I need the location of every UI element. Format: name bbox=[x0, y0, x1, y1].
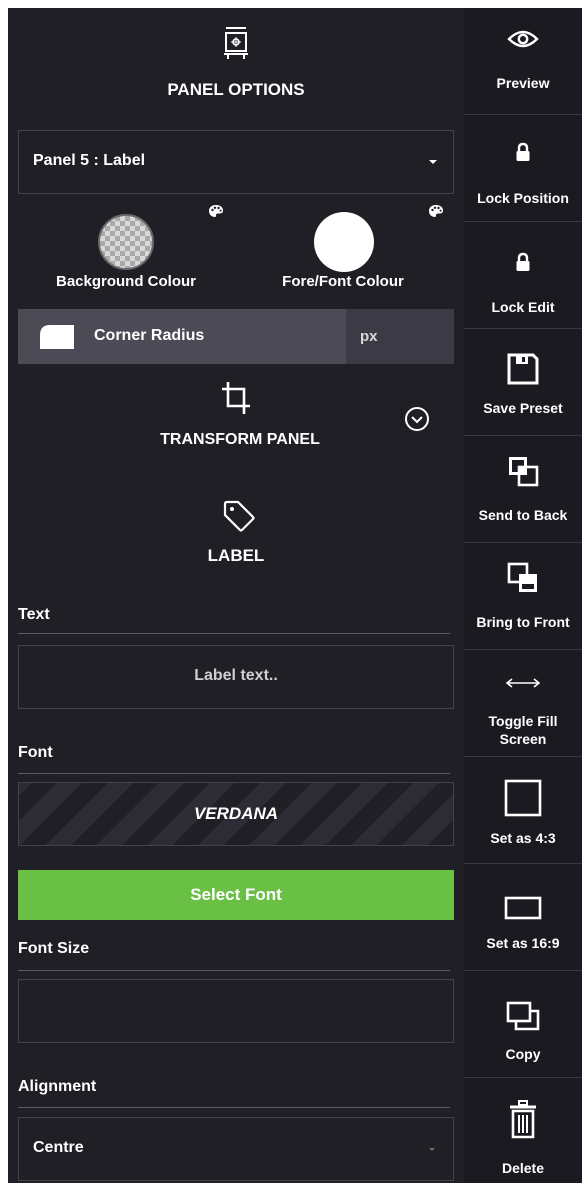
set-as-4-3-button[interactable]: Set as 4:3 bbox=[464, 757, 582, 864]
copy-button[interactable]: Copy bbox=[464, 971, 582, 1078]
background-colour-swatch[interactable] bbox=[98, 214, 154, 270]
font-name-value: VERDANA bbox=[193, 804, 279, 823]
chevron-down-icon bbox=[429, 1148, 435, 1151]
alignment-label: Alignment bbox=[18, 1078, 97, 1095]
delete-label: Delete bbox=[501, 1160, 545, 1176]
action-toolbar: Preview Lock Position Lock Edit Save Pre… bbox=[464, 8, 582, 1183]
copy-icon bbox=[464, 1001, 582, 1038]
background-colour-label: Background Colour bbox=[55, 273, 196, 290]
preview-label: Preview bbox=[496, 75, 550, 91]
lock-icon bbox=[464, 142, 582, 167]
transform-panel-title: TRANSFORM PANEL bbox=[160, 431, 320, 448]
save-preset-label: Save Preset bbox=[483, 400, 563, 416]
corner-radius-icon bbox=[40, 325, 74, 354]
divider bbox=[18, 1107, 450, 1108]
tag-icon bbox=[222, 499, 256, 538]
lock-position-label: Lock Position bbox=[477, 190, 569, 206]
send-to-back-label: Send to Back bbox=[478, 507, 568, 523]
corner-radius-label: Corner Radius bbox=[94, 327, 205, 344]
divider bbox=[18, 773, 450, 774]
bring-to-front-button[interactable]: Bring to Front bbox=[464, 543, 582, 650]
font-preview: VERDANA bbox=[18, 782, 454, 846]
label-section-title: LABEL bbox=[207, 546, 265, 565]
lock-edit-label: Lock Edit bbox=[491, 299, 555, 315]
chevron-down-icon bbox=[429, 160, 437, 164]
lock-edit-button[interactable]: Lock Edit bbox=[464, 222, 582, 329]
panel-settings-icon bbox=[8, 26, 464, 65]
alignment-select[interactable]: Centre bbox=[18, 1117, 454, 1181]
palette-icon[interactable] bbox=[208, 204, 224, 223]
save-icon bbox=[464, 352, 582, 391]
corner-radius-unit: px bbox=[360, 328, 378, 345]
font-colour-swatch[interactable] bbox=[314, 212, 374, 272]
panel-options-sidebar: PANEL OPTIONS Panel 5 : Label Background… bbox=[8, 8, 464, 1183]
panel-options-title: PANEL OPTIONS bbox=[167, 80, 305, 99]
font-label: Font bbox=[18, 744, 53, 761]
send-to-back-button[interactable]: Send to Back bbox=[464, 436, 582, 543]
font-size-label: Font Size bbox=[18, 940, 90, 957]
horizontal-arrows-icon bbox=[464, 676, 582, 694]
divider bbox=[18, 970, 450, 971]
palette-icon[interactable] bbox=[428, 204, 444, 223]
panel-select-value: Panel 5 : Label bbox=[33, 152, 146, 169]
lock-position-button[interactable]: Lock Position bbox=[464, 115, 582, 222]
square-icon bbox=[464, 779, 582, 822]
delete-button[interactable]: Delete bbox=[464, 1078, 582, 1185]
corner-radius-input[interactable]: px bbox=[346, 309, 454, 364]
set-as-4-3-label: Set as 4:3 bbox=[490, 830, 556, 846]
text-label: Text bbox=[18, 606, 50, 623]
label-text-input[interactable]: Label text.. bbox=[18, 645, 454, 709]
set-as-16-9-button[interactable]: Set as 16:9 bbox=[464, 864, 582, 971]
trash-icon bbox=[464, 1100, 582, 1145]
corner-radius-row: Corner Radius px bbox=[18, 309, 454, 364]
toggle-fill-screen-button[interactable]: Toggle Fill Screen bbox=[464, 650, 582, 757]
crop-icon bbox=[220, 380, 252, 421]
toggle-fill-screen-label: Toggle Fill Screen bbox=[488, 713, 558, 747]
rectangle-icon bbox=[464, 896, 582, 925]
preview-button[interactable]: Preview bbox=[464, 8, 582, 115]
alignment-value: Centre bbox=[33, 1139, 84, 1156]
label-text-placeholder: Label text.. bbox=[194, 667, 278, 684]
chevron-down-circle-icon[interactable] bbox=[404, 406, 430, 437]
bring-to-front-icon bbox=[464, 562, 582, 599]
font-size-input[interactable] bbox=[18, 979, 454, 1043]
lock-icon bbox=[464, 252, 582, 277]
eye-icon bbox=[464, 28, 582, 55]
panel-select-dropdown[interactable]: Panel 5 : Label bbox=[18, 130, 454, 194]
save-preset-button[interactable]: Save Preset bbox=[464, 329, 582, 436]
divider bbox=[18, 633, 450, 634]
font-colour-label: Fore/Font Colour bbox=[282, 273, 404, 290]
set-as-16-9-label: Set as 16:9 bbox=[486, 935, 560, 951]
bring-to-front-label: Bring to Front bbox=[476, 614, 570, 630]
send-to-back-icon bbox=[464, 455, 582, 492]
copy-label: Copy bbox=[505, 1046, 541, 1062]
select-font-button[interactable]: Select Font bbox=[18, 870, 454, 920]
